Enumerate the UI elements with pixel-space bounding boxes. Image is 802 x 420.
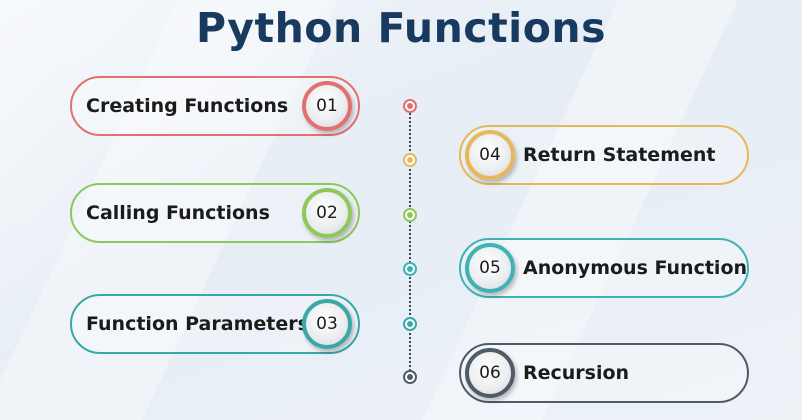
item-number: 06 [479, 363, 501, 383]
item-calling-functions: Calling Functions 02 [70, 183, 360, 243]
item-number: 04 [479, 145, 501, 165]
number-badge: 06 [465, 348, 515, 398]
timeline-dot [403, 317, 417, 331]
item-number: 05 [479, 258, 501, 278]
timeline-dot [403, 208, 417, 222]
timeline-dot [403, 153, 417, 167]
item-label: Anonymous Function [523, 257, 748, 279]
item-function-parameters: Function Parameters 03 [70, 294, 360, 354]
item-label: Return Statement [523, 144, 716, 166]
number-badge: 02 [302, 188, 352, 238]
item-anonymous-function: 05 Anonymous Function [459, 238, 749, 298]
item-number: 03 [316, 314, 338, 334]
item-label: Recursion [523, 362, 630, 384]
item-number: 02 [316, 203, 338, 223]
timeline-dot [403, 370, 417, 384]
number-badge: 05 [465, 243, 515, 293]
item-label: Creating Functions [86, 95, 289, 117]
timeline-dot [403, 99, 417, 113]
number-badge: 03 [302, 299, 352, 349]
timeline-dot [403, 262, 417, 276]
number-badge: 01 [302, 81, 352, 131]
timeline-line [409, 106, 411, 378]
item-number: 01 [316, 96, 338, 116]
number-badge: 04 [465, 130, 515, 180]
item-label: Function Parameters [86, 313, 309, 335]
item-recursion: 06 Recursion [459, 343, 749, 403]
item-return-statement: 04 Return Statement [459, 125, 749, 185]
page-title: Python Functions [195, 4, 606, 52]
item-creating-functions: Creating Functions 01 [70, 76, 360, 136]
item-label: Calling Functions [86, 202, 270, 224]
